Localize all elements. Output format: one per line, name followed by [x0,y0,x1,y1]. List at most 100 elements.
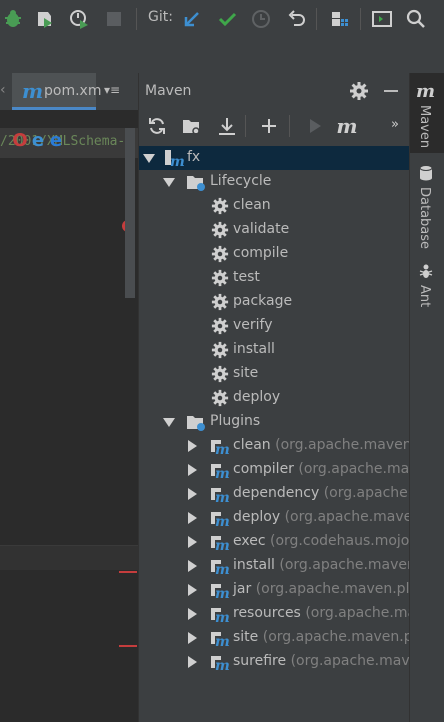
expand-arrow-icon[interactable] [188,560,197,572]
gear-icon[interactable] [349,81,369,101]
expand-arrow-icon[interactable] [188,584,197,596]
plugin-row[interactable]: mclean (org.apache.maven.plug [139,434,409,458]
tree-row-lifecycle[interactable]: Lifecycle [139,170,409,194]
plugin-label: dependency (org.apache.mav [233,485,409,501]
maven-panel-header: Maven [139,73,409,109]
git-history-icon[interactable] [249,7,273,31]
lifecycle-goal-label: package [233,293,293,309]
gear-icon [211,197,229,215]
plugin-label: exec (org.codehaus.mojo:exec [233,533,409,549]
lifecycle-goal-row[interactable]: package [139,290,409,314]
debug-icon[interactable] [1,7,25,31]
plugin-row[interactable]: mdependency (org.apache.mav [139,482,409,506]
gear-icon [211,341,229,359]
plugin-row[interactable]: mcompiler (org.apache.maven.p [139,458,409,482]
profile-icon[interactable] [67,7,91,31]
plugin-label: compiler (org.apache.maven.p [233,461,409,477]
plugins-folder-icon [185,412,207,432]
expand-arrow-icon[interactable] [188,608,197,620]
plugin-row[interactable]: mexec (org.codehaus.mojo:exec [139,530,409,554]
chevron-left-icon[interactable]: ‹ [0,82,6,98]
gear-icon [211,221,229,239]
lifecycle-goal-label: deploy [233,389,281,405]
code-editor[interactable]: ! /2001/XMLSchema-i O e e [0,110,138,722]
maven-plugin-icon: m [209,556,231,578]
tree-row-plugins[interactable]: Plugins [139,410,409,434]
git-commit-icon[interactable] [215,7,239,31]
maven-plugin-icon: m [209,436,231,458]
plugin-row[interactable]: mdeploy (org.apache.maven.plu [139,506,409,530]
collapse-arrow-icon[interactable] [163,178,175,187]
lifecycle-goal-row[interactable]: install [139,338,409,362]
download-icon[interactable] [215,114,239,138]
tab-overflow-menu-icon[interactable]: ▾≡ [104,83,120,97]
plugin-name: clean [233,437,271,453]
tree-lifecycle-label: Lifecycle [210,173,272,189]
git-update-icon[interactable] [180,7,204,31]
editor-scrollbar[interactable] [125,128,135,298]
maven-plugin-icon: m [209,628,231,650]
lifecycle-goal-row[interactable]: compile [139,242,409,266]
svg-text:m: m [215,514,230,528]
expand-arrow-icon[interactable] [188,440,197,452]
maven-plugin-icon: m [209,532,231,554]
plugin-row[interactable]: msurefire (org.apache.maven.p [139,650,409,674]
generate-sources-icon[interactable] [179,114,203,138]
lifecycle-goal-row[interactable]: site [139,362,409,386]
execute-maven-goal-icon[interactable]: m [335,114,359,138]
reload-icon[interactable] [145,114,169,138]
lifecycle-goal-row[interactable]: deploy [139,386,409,410]
opera-icon[interactable]: O [12,132,28,150]
tool-window-maven[interactable]: m Maven [410,73,444,153]
plugin-row[interactable]: msite (org.apache.maven.plugi [139,626,409,650]
lifecycle-goal-row[interactable]: clean [139,194,409,218]
toolbar-separator [289,115,290,137]
svg-text:m: m [215,466,230,480]
coverage-icon[interactable] [33,7,57,31]
plugin-row[interactable]: mresources (org.apache.maven [139,602,409,626]
plugin-detail: (org.apache.maven.plug [275,437,409,453]
add-icon[interactable] [257,114,281,138]
plugin-label: site (org.apache.maven.plugi [233,629,409,645]
editor-tab-bar: ‹ m pom.xm ▾≡ [0,73,138,110]
plugin-row[interactable]: minstall (org.apache.maven.plu [139,554,409,578]
ie-icon[interactable]: e [30,132,46,150]
maven-icon: m [416,81,436,102]
svg-text:m: m [215,634,230,648]
expand-arrow-icon[interactable] [188,488,197,500]
plugin-name: jar [233,581,252,597]
error-stripe-mark[interactable] [119,645,137,647]
tool-window-ant[interactable]: Ant [410,263,444,313]
collapse-arrow-icon[interactable] [163,418,175,427]
tab-pom-xml[interactable]: m pom.xm [12,73,101,110]
lifecycle-goal-row[interactable]: verify [139,314,409,338]
lifecycle-goal-row[interactable]: test [139,266,409,290]
maven-toolbar: m » [139,109,409,143]
tool-window-database[interactable]: Database [410,165,444,249]
more-actions-icon[interactable]: » [391,117,399,132]
search-icon[interactable] [404,7,428,31]
expand-arrow-icon[interactable] [188,512,197,524]
collapse-arrow-icon[interactable] [143,154,155,163]
gear-icon [211,389,229,407]
stop-icon[interactable] [102,7,126,31]
plugin-name: dependency [233,485,320,501]
lifecycle-goal-row[interactable]: validate [139,218,409,242]
edge-icon[interactable]: e [48,132,64,150]
expand-arrow-icon[interactable] [188,656,197,668]
expand-arrow-icon[interactable] [188,632,197,644]
maven-plugin-icon: m [209,652,231,674]
lifecycle-goal-label: validate [233,221,290,237]
plugin-row[interactable]: mjar (org.apache.maven.plugin [139,578,409,602]
project-structure-icon[interactable] [328,7,352,31]
svg-text:m: m [215,562,230,576]
expand-arrow-icon[interactable] [188,536,197,548]
error-stripe-mark[interactable] [119,571,137,573]
maven-plugin-icon: m [209,580,231,602]
terminal-icon[interactable] [370,7,394,31]
git-rollback-icon[interactable] [284,7,308,31]
minimize-icon[interactable] [384,90,398,92]
expand-arrow-icon[interactable] [188,464,197,476]
run-icon[interactable] [303,114,327,138]
tree-row-project[interactable]: m fx [139,146,409,170]
